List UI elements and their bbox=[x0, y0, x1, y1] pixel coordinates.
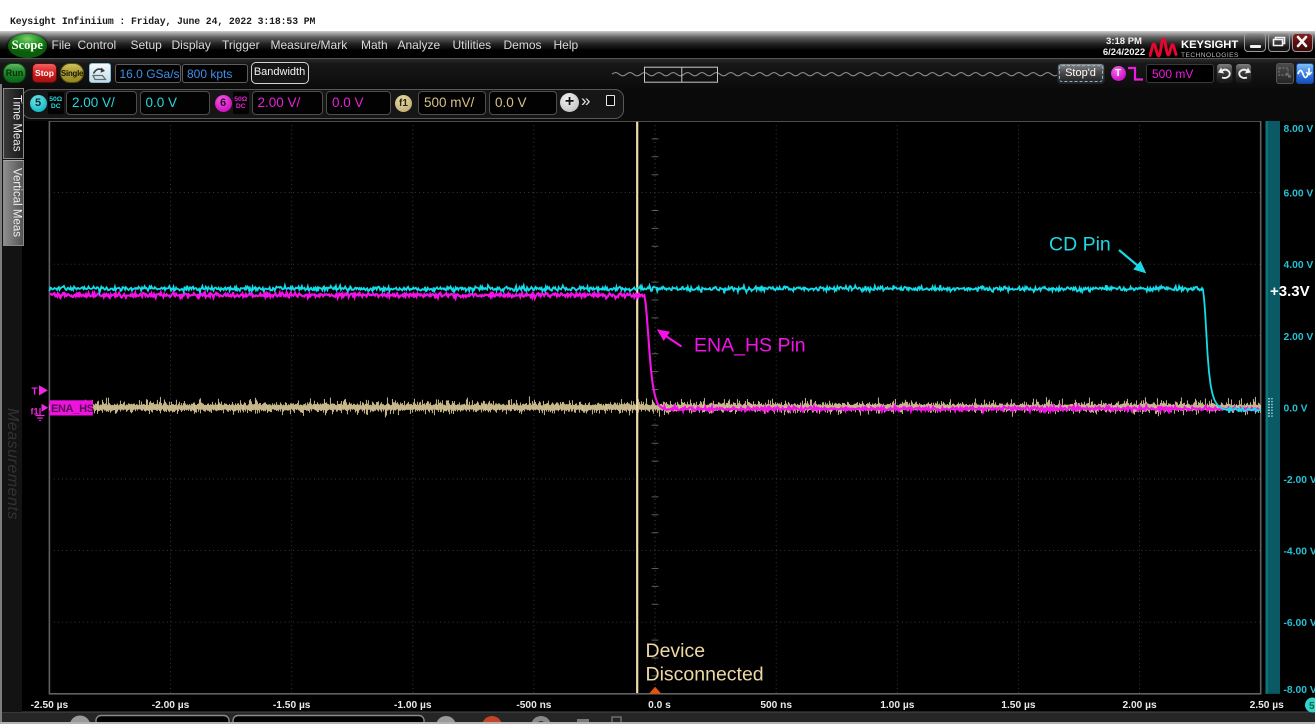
svg-text:-8.00 V: -8.00 V bbox=[1284, 685, 1315, 696]
svg-text:Device: Device bbox=[646, 640, 706, 662]
svg-text:5: 5 bbox=[1309, 701, 1315, 712]
svg-text:T: T bbox=[32, 387, 38, 398]
svg-text:-1.00 µs: -1.00 µs bbox=[394, 700, 432, 711]
svg-text:ENA_HS Pin: ENA_HS Pin bbox=[694, 335, 806, 357]
svg-text:6.00 V: 6.00 V bbox=[1284, 189, 1314, 200]
svg-text:1.50 µs: 1.50 µs bbox=[1001, 700, 1036, 711]
svg-text:-4.00 V: -4.00 V bbox=[1284, 547, 1315, 558]
svg-text:-2.50 µs: -2.50 µs bbox=[31, 700, 69, 711]
svg-text:-6.00 V: -6.00 V bbox=[1284, 618, 1315, 629]
svg-text:-1.50 µs: -1.50 µs bbox=[273, 700, 311, 711]
svg-text:2.00 µs: 2.00 µs bbox=[1122, 700, 1157, 711]
svg-text:-2.00 µs: -2.00 µs bbox=[152, 700, 190, 711]
svg-text:0.0 V: 0.0 V bbox=[1284, 403, 1308, 414]
svg-text:ENA_HS: ENA_HS bbox=[51, 403, 94, 415]
svg-text:-500 ns: -500 ns bbox=[516, 700, 551, 711]
svg-text:4.00 V: 4.00 V bbox=[1284, 260, 1314, 271]
svg-text:-2.00 V: -2.00 V bbox=[1284, 475, 1315, 486]
svg-text:8.00 V: 8.00 V bbox=[1284, 124, 1314, 135]
svg-text:2.00 V: 2.00 V bbox=[1284, 332, 1314, 343]
svg-text:500 ns: 500 ns bbox=[760, 700, 792, 711]
svg-text:1.00 µs: 1.00 µs bbox=[880, 700, 915, 711]
svg-text:CD Pin: CD Pin bbox=[1049, 234, 1111, 256]
svg-text:0.0 s: 0.0 s bbox=[648, 700, 671, 711]
svg-text:2.50 µs: 2.50 µs bbox=[1250, 700, 1285, 711]
svg-text:Disconnected: Disconnected bbox=[646, 664, 764, 686]
svg-text:+3.3V: +3.3V bbox=[1270, 283, 1310, 300]
